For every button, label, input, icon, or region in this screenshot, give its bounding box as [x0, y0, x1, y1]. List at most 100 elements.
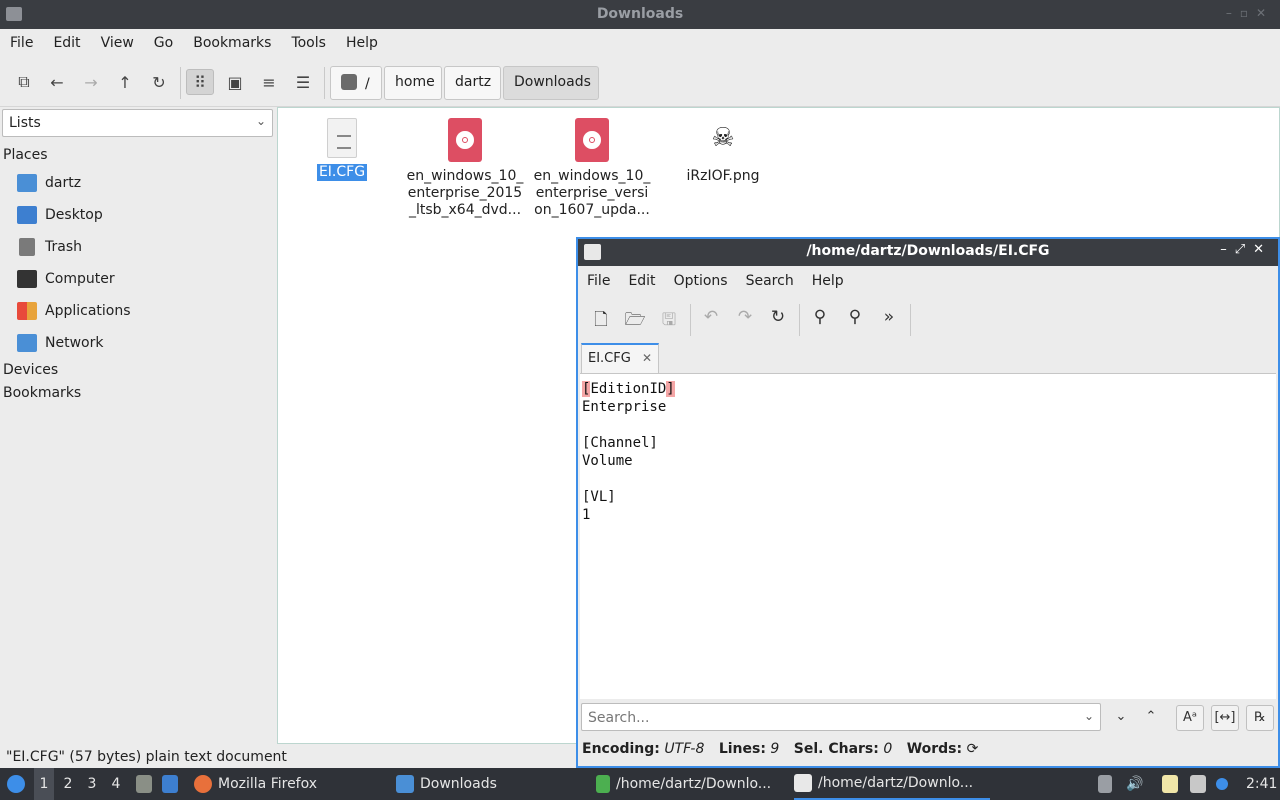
- window-controls[interactable]: –▫✕: [1226, 6, 1274, 20]
- clipboard-icon[interactable]: [1162, 768, 1184, 800]
- regex-icon[interactable]: ℞: [1246, 705, 1274, 731]
- search-input[interactable]: Search... ⌄: [581, 703, 1101, 731]
- sidebar-item-applications[interactable]: Applications: [17, 300, 131, 322]
- volume-icon[interactable]: 🔊: [1126, 768, 1146, 800]
- search-icon[interactable]: ⚲: [807, 307, 833, 331]
- home-folder-icon: [17, 174, 37, 192]
- clock[interactable]: 2:41: [1246, 768, 1278, 800]
- open-folder-icon[interactable]: 🗁: [622, 307, 648, 331]
- sidebar-mode-select[interactable]: Lists ⌄: [2, 109, 273, 137]
- new-file-icon[interactable]: 🗋: [588, 307, 614, 331]
- task-firefox[interactable]: Mozilla Firefox: [194, 768, 384, 800]
- breadcrumb-dartz[interactable]: dartz: [444, 66, 501, 100]
- breadcrumb-home[interactable]: home: [384, 66, 442, 100]
- redo-icon[interactable]: ↷: [732, 307, 758, 331]
- save-icon[interactable]: 🖫: [656, 307, 682, 331]
- editor-title: /home/dartz/Downloads/EI.CFG: [806, 243, 1050, 259]
- menu-file[interactable]: File: [0, 29, 43, 51]
- icon-view-icon[interactable]: ⠿: [186, 69, 214, 95]
- firefox-icon: [194, 775, 212, 793]
- breadcrumb-downloads[interactable]: Downloads: [503, 66, 599, 100]
- menu-options[interactable]: Options: [665, 266, 737, 289]
- window-controls[interactable]: –⤢✕: [1220, 242, 1272, 257]
- selchars-value: 0: [883, 741, 893, 757]
- workspace-2[interactable]: 2: [58, 768, 78, 800]
- notification-icon[interactable]: [1216, 768, 1236, 800]
- disc-image-icon: [448, 118, 482, 162]
- folder-icon: [396, 775, 414, 793]
- task-editor-1[interactable]: /home/dartz/Downlo...: [596, 768, 786, 800]
- image-thumbnail-icon: ☠: [711, 123, 735, 153]
- menu-edit[interactable]: Edit: [43, 29, 90, 51]
- workspace-3[interactable]: 3: [82, 768, 102, 800]
- devices-header[interactable]: Devices: [3, 362, 58, 378]
- file-manager-launcher-icon[interactable]: [136, 768, 158, 800]
- detailed-view-icon[interactable]: ☰: [289, 69, 317, 95]
- menu-view[interactable]: View: [91, 29, 144, 51]
- undo-icon[interactable]: ↶: [698, 307, 724, 331]
- show-desktop-icon[interactable]: [162, 768, 184, 800]
- whole-word-icon[interactable]: [↔]: [1211, 705, 1239, 731]
- file-item-ltsb-iso[interactable]: en_windows_10_enterprise_2015_ltsb_x64_d…: [406, 114, 524, 219]
- menu-file[interactable]: File: [578, 266, 619, 289]
- start-menu-icon[interactable]: [4, 768, 28, 800]
- text-line: Volume: [582, 453, 633, 469]
- disk-icon: [341, 74, 357, 90]
- computer-icon: [17, 270, 37, 288]
- find-previous-icon[interactable]: ⌃: [1137, 705, 1165, 731]
- sidebar-item-computer[interactable]: Computer: [17, 268, 115, 290]
- breadcrumb-root[interactable]: /: [330, 66, 382, 100]
- go-to-line-icon[interactable]: »: [876, 307, 902, 331]
- file-item-1607-iso[interactable]: en_windows_10_enterprise_version_1607_up…: [533, 114, 651, 219]
- back-arrow-icon[interactable]: ←: [43, 69, 71, 95]
- sidebar-item-desktop[interactable]: Desktop: [17, 204, 103, 226]
- task-editor-2[interactable]: /home/dartz/Downlo...: [794, 768, 990, 800]
- sidebar-item-network[interactable]: Network: [17, 332, 103, 354]
- editor-status-bar: Encoding: UTF-8 Lines: 9 Sel. Chars: 0 W…: [582, 741, 979, 757]
- editor-titlebar: /home/dartz/Downloads/EI.CFG –⤢✕: [578, 239, 1278, 266]
- file-name: EI.CFG: [316, 164, 368, 181]
- text-editor-window: /home/dartz/Downloads/EI.CFG –⤢✕ File Edi…: [576, 237, 1280, 768]
- menu-help[interactable]: Help: [336, 29, 388, 51]
- text-area[interactable]: [EditionID] Enterprise [Channel] Volume …: [580, 373, 1276, 699]
- encoding-value: UTF-8: [664, 741, 705, 757]
- workspace-1[interactable]: 1: [34, 768, 54, 800]
- toolbar-separator: [910, 304, 911, 336]
- close-tab-icon[interactable]: ✕: [642, 351, 652, 365]
- workspace-4[interactable]: 4: [106, 768, 126, 800]
- menu-go[interactable]: Go: [144, 29, 183, 51]
- forward-arrow-icon[interactable]: →: [77, 69, 105, 95]
- compact-view-icon[interactable]: ≡: [255, 69, 283, 95]
- sidebar-item-dartz[interactable]: dartz: [17, 172, 81, 194]
- chevron-down-icon: ⌄: [1083, 709, 1094, 723]
- text-line: EditionID: [590, 381, 667, 397]
- up-arrow-icon[interactable]: ↑: [111, 69, 139, 95]
- network-status-icon[interactable]: [1190, 768, 1212, 800]
- menu-help[interactable]: Help: [803, 266, 853, 289]
- menu-tools[interactable]: Tools: [281, 29, 336, 51]
- toolbar-separator: [324, 67, 325, 99]
- editor-menubar: File Edit Options Search Help: [578, 266, 1278, 296]
- tray-keyboard-icon[interactable]: [1098, 768, 1118, 800]
- bookmarks-header[interactable]: Bookmarks: [3, 385, 81, 401]
- find-next-icon[interactable]: ⌄: [1107, 705, 1135, 731]
- menu-search[interactable]: Search: [737, 266, 803, 289]
- disc-image-icon: [575, 118, 609, 162]
- sidebar-item-trash[interactable]: Trash: [17, 236, 82, 258]
- file-item-png[interactable]: ☠ iRzIOF.png: [661, 114, 785, 185]
- new-tab-icon[interactable]: ⧉: [10, 69, 38, 95]
- tab-ei-cfg[interactable]: EI.CFG ✕: [581, 343, 659, 373]
- match-case-icon[interactable]: Aᵃ: [1176, 705, 1204, 731]
- file-item-ei-cfg[interactable]: EI.CFG: [280, 114, 404, 181]
- reload-icon[interactable]: ↻: [145, 69, 173, 95]
- editor-toolbar: 🗋 🗁 🖫 ↶ ↷ ↻ ⚲ ⚲ »: [578, 296, 1278, 340]
- reload-icon[interactable]: ↻: [765, 307, 791, 331]
- thumbnail-view-icon[interactable]: ▣: [221, 69, 249, 95]
- replace-icon[interactable]: ⚲: [842, 307, 868, 331]
- task-downloads[interactable]: Downloads: [396, 768, 586, 800]
- refresh-word-count-icon[interactable]: ⟳: [967, 741, 979, 757]
- menu-edit[interactable]: Edit: [619, 266, 664, 289]
- menu-bookmarks[interactable]: Bookmarks: [183, 29, 281, 51]
- text-editor-icon: [596, 775, 610, 793]
- desktop-icon: [17, 206, 37, 224]
